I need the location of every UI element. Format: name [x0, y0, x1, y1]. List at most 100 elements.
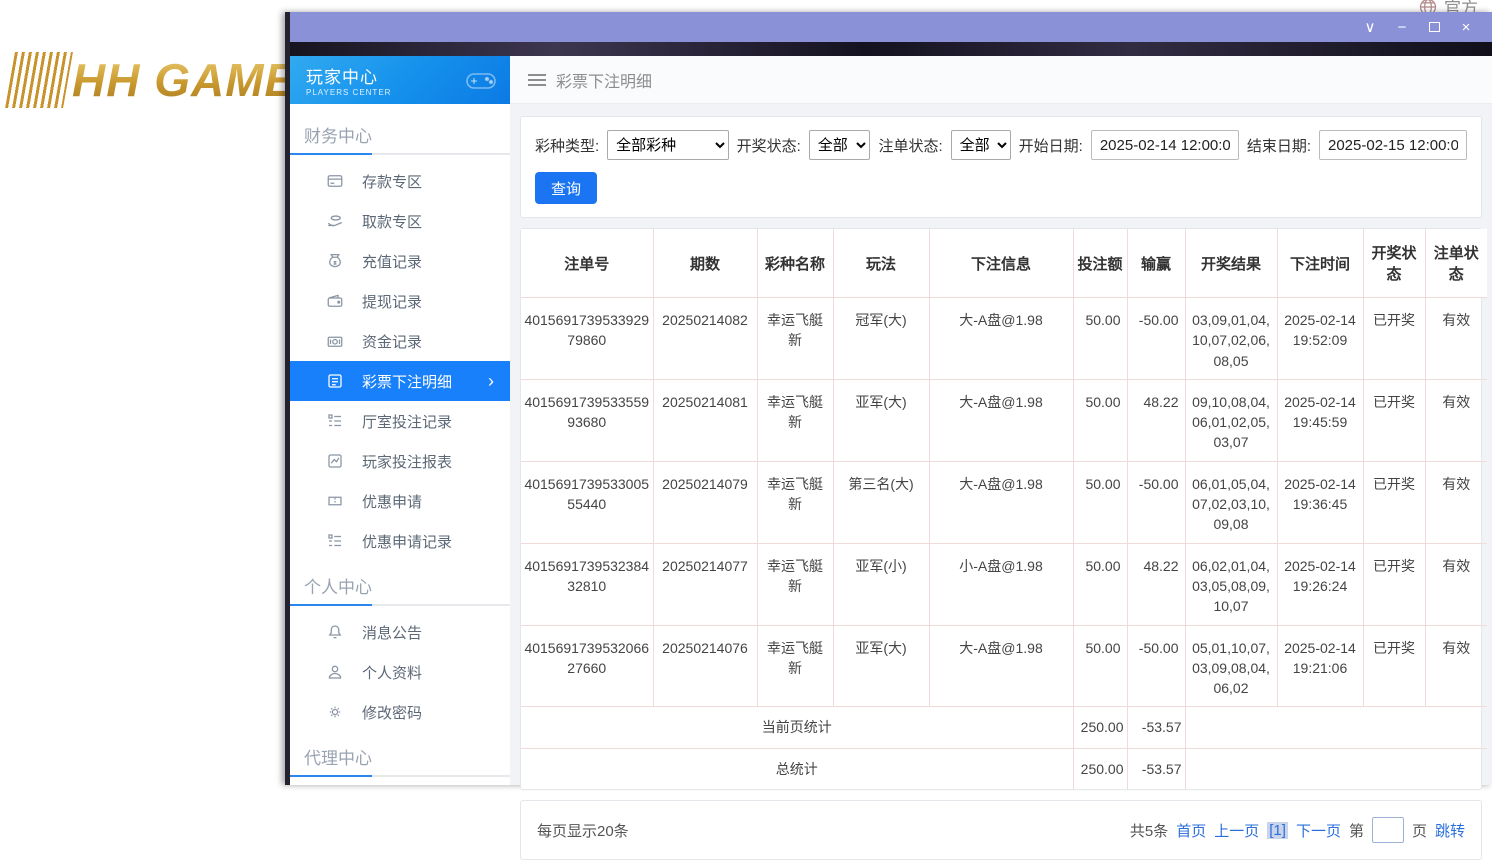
- summary-empty-cell: [1185, 707, 1487, 748]
- window-titlebar: ∨ − ×: [290, 12, 1492, 42]
- table-cell: 2025-02-14 19:21:06: [1277, 625, 1363, 707]
- window-maximize-button[interactable]: [1418, 12, 1450, 42]
- table-cell: 有效: [1425, 625, 1487, 707]
- sidebar-item-funds-record[interactable]: 资金记录: [290, 321, 510, 361]
- jump-button[interactable]: 跳转: [1435, 820, 1465, 841]
- table-cell: 50.00: [1073, 461, 1127, 543]
- summary-bet-total: 250.00: [1073, 707, 1127, 748]
- column-header: 下注时间: [1277, 229, 1363, 298]
- table-cell: 401569173953300555440: [521, 461, 653, 543]
- first-page-link[interactable]: 首页: [1176, 820, 1206, 841]
- hamburger-icon[interactable]: [528, 73, 546, 87]
- hh-game-logo: HH GAME: [10, 52, 296, 108]
- column-header: 投注额: [1073, 229, 1127, 298]
- window-minimize-button[interactable]: −: [1386, 12, 1418, 42]
- sidebar-item-label: 优惠申请记录: [362, 531, 452, 552]
- summary-winloss-total: -53.57: [1127, 707, 1185, 748]
- sidebar-title: 玩家中心: [306, 63, 391, 88]
- summary-row: 当前页统计 250.00 -53.57: [521, 707, 1487, 748]
- table-row: 40156917395323843281020250214077幸运飞艇新亚军(…: [521, 543, 1487, 625]
- column-header: 玩法: [833, 229, 929, 298]
- table-cell: 2025-02-14 19:52:09: [1277, 298, 1363, 380]
- query-button[interactable]: 查询: [535, 172, 597, 204]
- players-center-header: 玩家中心 PLAYERS CENTER: [290, 56, 510, 104]
- table-cell: 幸运飞艇新: [757, 543, 833, 625]
- sidebar-item-profile[interactable]: 个人资料: [290, 652, 510, 692]
- end-date-input[interactable]: [1319, 130, 1467, 160]
- sidebar-item-lottery-bet-detail[interactable]: 彩票下注明细 ›: [290, 361, 510, 401]
- table-row: 40156917395320662766020250214076幸运飞艇新亚军(…: [521, 625, 1487, 707]
- table-cell: 亚军(大): [833, 379, 929, 461]
- gamepad-icon: [464, 68, 498, 92]
- filter-panel: 彩种类型: 全部彩种 开奖状态: 全部 注单状态: 全部 开始日期:: [520, 116, 1482, 218]
- table-cell: 幸运飞艇新: [757, 625, 833, 707]
- section-title: 财务中心: [290, 110, 510, 153]
- table-cell: 2025-02-14 19:45:59: [1277, 379, 1363, 461]
- sidebar-item-player-bet-report[interactable]: 玩家投注报表: [290, 441, 510, 481]
- table-cell: 2025-02-14 19:36:45: [1277, 461, 1363, 543]
- draw-status-select[interactable]: 全部: [809, 130, 871, 160]
- sidebar-item-messages[interactable]: 消息公告: [290, 612, 510, 652]
- table-cell: -50.00: [1127, 625, 1185, 707]
- section-title: 代理中心: [290, 732, 510, 775]
- person-icon: [326, 662, 346, 682]
- next-page-link[interactable]: 下一页: [1296, 820, 1341, 841]
- hall-records-icon: [326, 411, 346, 431]
- app-window: ∨ − × 玩家中心 PLAYERS CENTER: [285, 12, 1492, 785]
- sidebar-item-withdraw-record[interactable]: 提现记录: [290, 281, 510, 321]
- table-cell: 50.00: [1073, 543, 1127, 625]
- sidebar-item-change-password[interactable]: 修改密码: [290, 692, 510, 732]
- table-cell: 幸运飞艇新: [757, 461, 833, 543]
- table-cell: 06,02,01,04,03,05,08,09,10,07: [1185, 543, 1277, 625]
- table-cell: 有效: [1425, 461, 1487, 543]
- sidebar-item-label: 厅室投注记录: [362, 411, 452, 432]
- table-cell: 50.00: [1073, 379, 1127, 461]
- summary-winloss-total: -53.57: [1127, 748, 1185, 789]
- current-page-badge[interactable]: [1]: [1267, 822, 1288, 839]
- coupon-records-icon: [326, 531, 346, 551]
- summary-label: 当前页统计: [521, 707, 1073, 748]
- window-dropdown-button[interactable]: ∨: [1354, 12, 1386, 42]
- sidebar-item-promo-apply-record[interactable]: 优惠申请记录: [290, 521, 510, 561]
- sidebar-sections: 财务中心 存款专区 取款专区 充值记录 提现记录 资金: [290, 104, 510, 777]
- sidebar-item-recharge-record[interactable]: 充值记录: [290, 241, 510, 281]
- column-header: 开奖结果: [1185, 229, 1277, 298]
- table-cell: 有效: [1425, 298, 1487, 380]
- lottery-type-select[interactable]: 全部彩种: [607, 130, 728, 160]
- start-date-label: 开始日期:: [1019, 135, 1083, 156]
- gear-icon: [326, 702, 346, 722]
- start-date-input[interactable]: [1091, 130, 1239, 160]
- table-cell: 48.22: [1127, 543, 1185, 625]
- sidebar-item-hall-bet-record[interactable]: 厅室投注记录: [290, 401, 510, 441]
- page-jump-input[interactable]: [1372, 817, 1404, 843]
- sidebar-item-label: 提现记录: [362, 291, 422, 312]
- table-cell: 20250214077: [653, 543, 757, 625]
- summary-label: 总统计: [521, 748, 1073, 789]
- sidebar: 玩家中心 PLAYERS CENTER 财务中心 存款专区: [290, 56, 510, 785]
- end-date-label: 结束日期:: [1247, 135, 1311, 156]
- funds-icon: [326, 331, 346, 351]
- window-close-button[interactable]: ×: [1450, 12, 1482, 42]
- table-cell: 大-A盘@1.98: [929, 298, 1073, 380]
- table-cell: 亚军(大): [833, 625, 929, 707]
- sidebar-item-withdraw-zone[interactable]: 取款专区: [290, 201, 510, 241]
- prev-page-link[interactable]: 上一页: [1214, 820, 1259, 841]
- table-cell: 20250214081: [653, 379, 757, 461]
- order-status-select[interactable]: 全部: [951, 130, 1011, 160]
- section-divider: [290, 153, 510, 155]
- report-chart-icon: [326, 451, 346, 471]
- sidebar-item-label: 玩家投注报表: [362, 451, 452, 472]
- column-header: 彩种名称: [757, 229, 833, 298]
- table-cell: 已开奖: [1363, 298, 1425, 380]
- lottery-type-label: 彩种类型:: [535, 135, 599, 156]
- sidebar-item-label: 资金记录: [362, 331, 422, 352]
- table-cell: 有效: [1425, 379, 1487, 461]
- table-cell: 幸运飞艇新: [757, 379, 833, 461]
- table-cell: 第三名(大): [833, 461, 929, 543]
- order-status-label: 注单状态:: [878, 135, 942, 156]
- sidebar-item-deposit-zone[interactable]: 存款专区: [290, 161, 510, 201]
- table-cell: 大-A盘@1.98: [929, 461, 1073, 543]
- table-cell: 401569173953238432810: [521, 543, 653, 625]
- bet-table-card: 注单号期数彩种名称玩法下注信息投注额输赢开奖结果下注时间开奖状态注单状态 401…: [520, 228, 1482, 790]
- sidebar-item-promo-apply[interactable]: 优惠申请: [290, 481, 510, 521]
